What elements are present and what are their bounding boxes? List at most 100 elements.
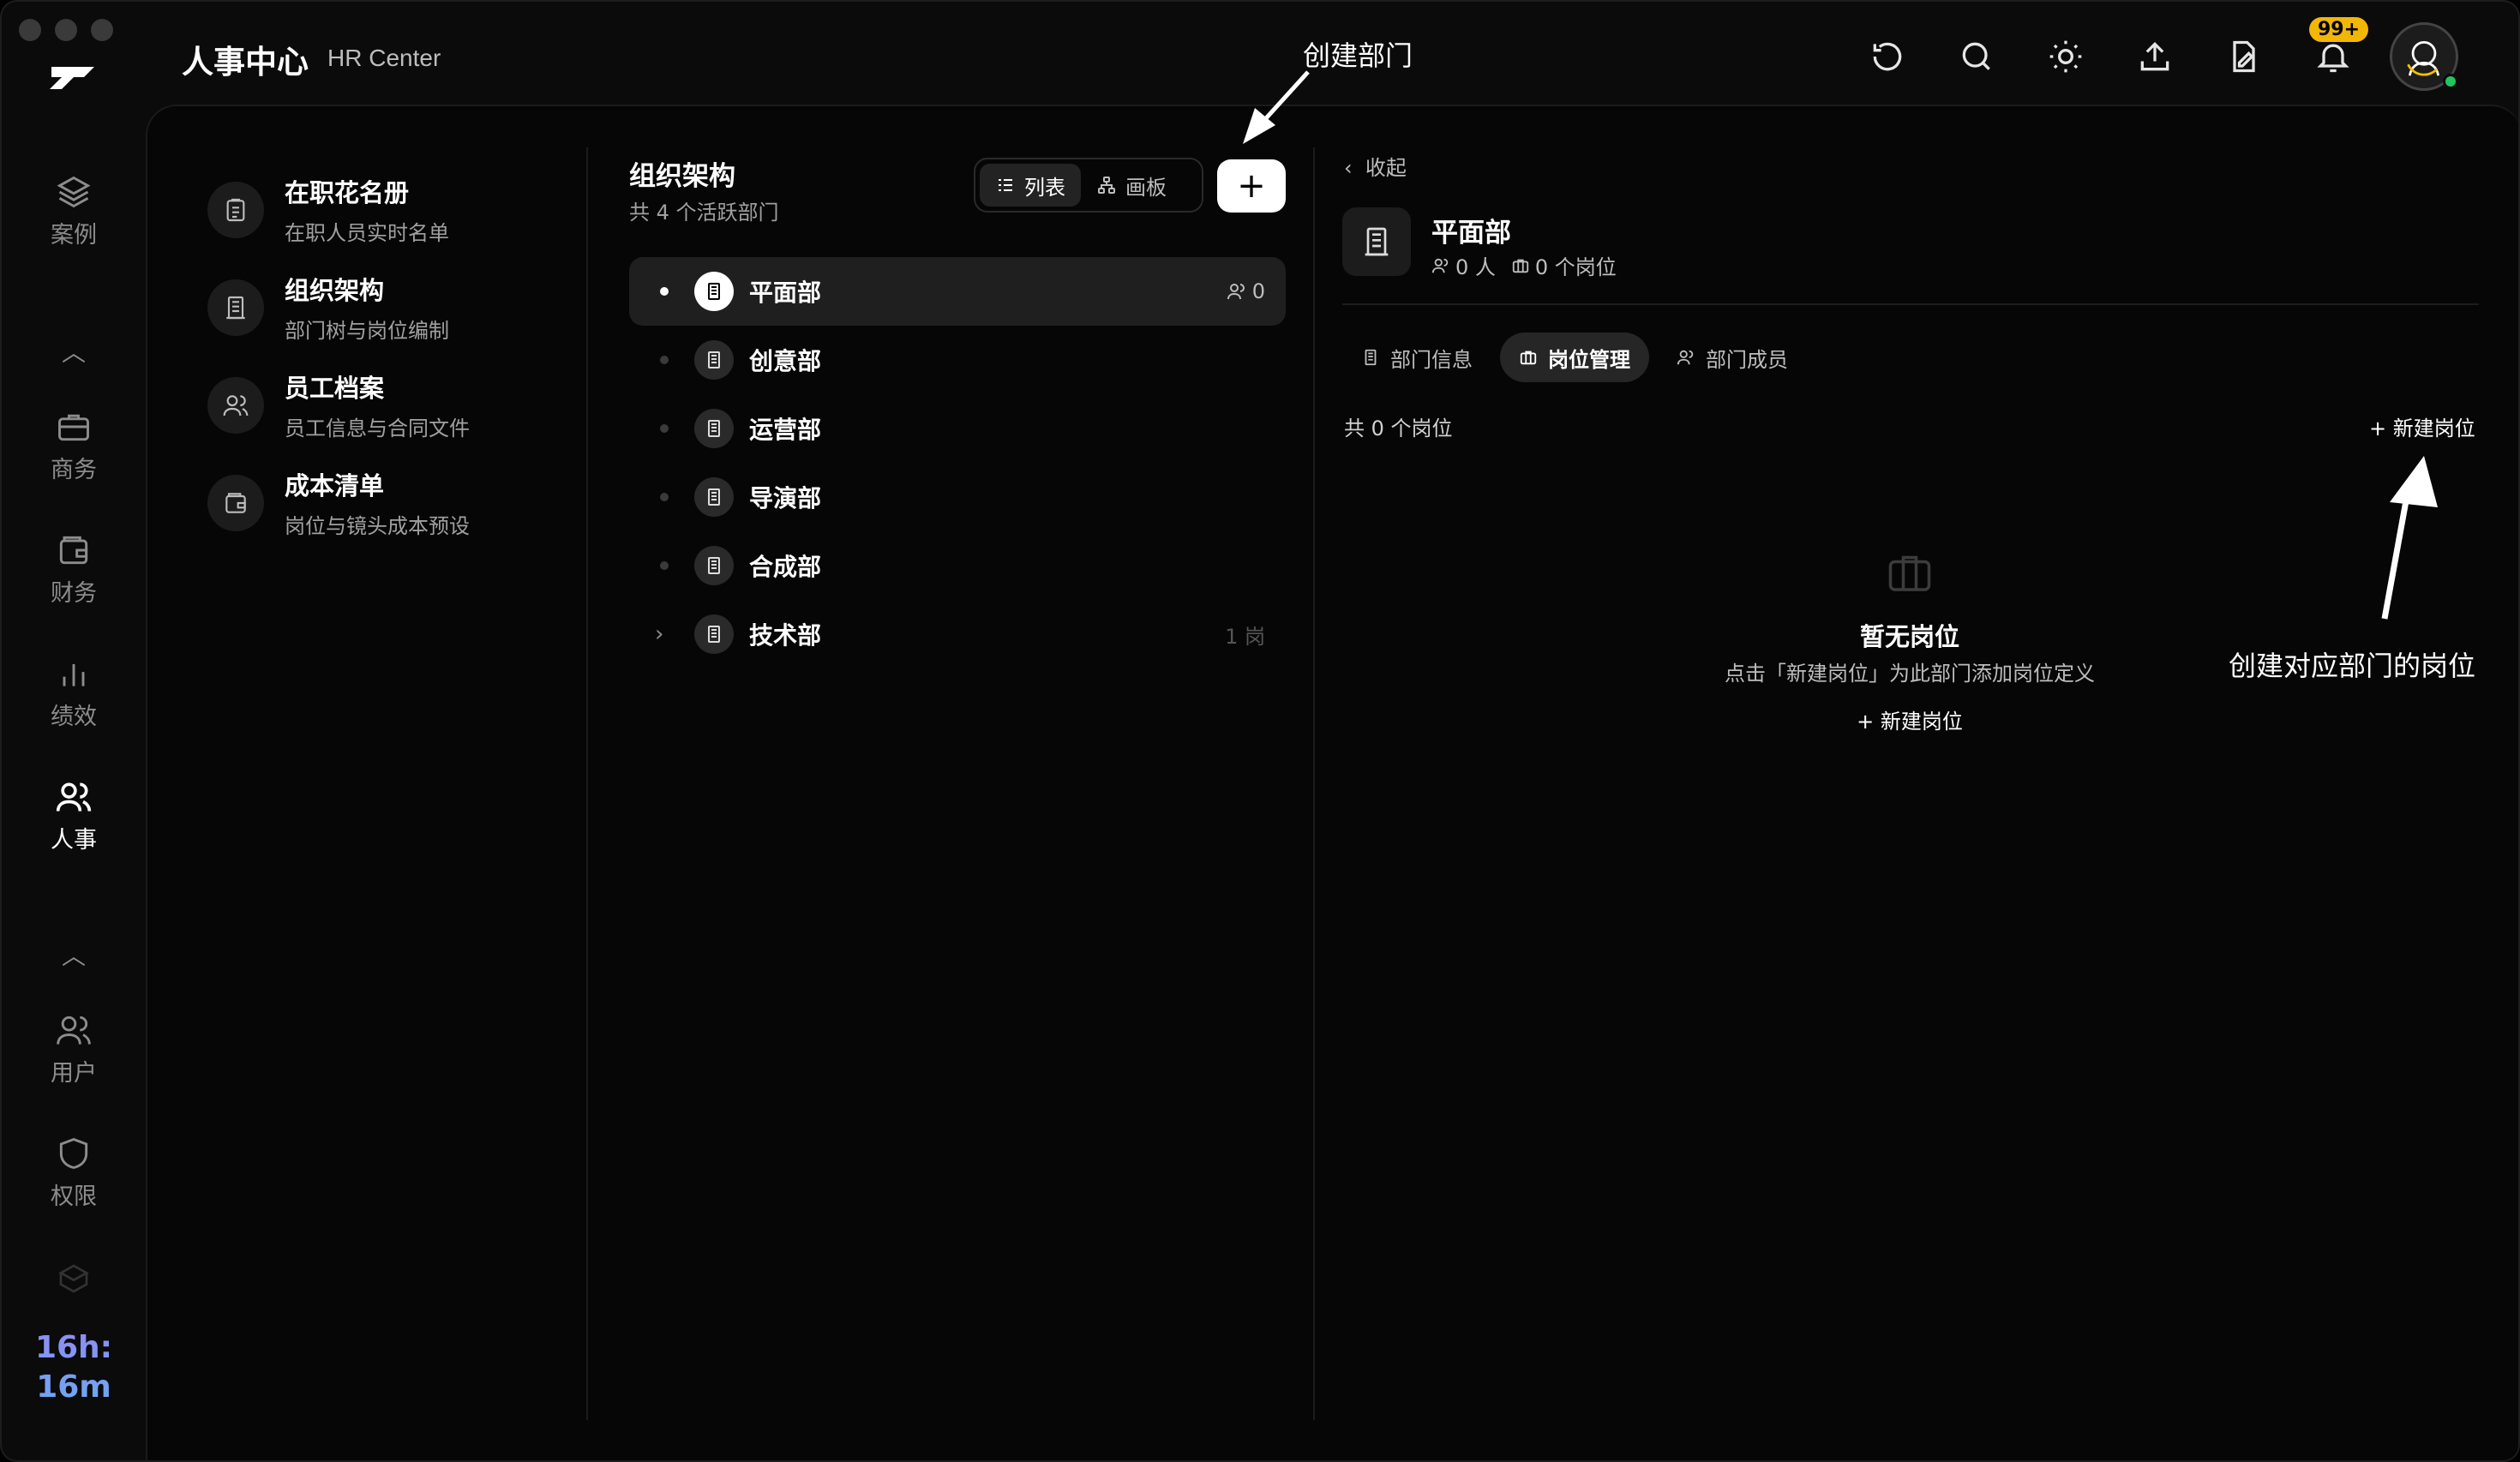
- briefcase-icon: [58, 414, 89, 441]
- people-count: 0 人: [1455, 255, 1496, 279]
- tab-label: 部门成员: [1706, 347, 1788, 372]
- divider: [1342, 303, 2479, 305]
- session-timer: 16h: 16m: [2, 1328, 146, 1407]
- department-row[interactable]: 合成部: [629, 531, 1286, 600]
- member-count-value: 0: [1251, 279, 1265, 303]
- refresh-icon[interactable]: [1869, 38, 1906, 75]
- bullet-dot: [660, 493, 669, 501]
- shield-icon: [59, 1137, 88, 1170]
- view-list-button[interactable]: 列表: [980, 164, 1081, 207]
- subnav-desc: 在职人员实时名单: [285, 221, 449, 245]
- briefcase-icon: [1512, 259, 1529, 273]
- tab-department-info[interactable]: 部门信息: [1342, 333, 1491, 382]
- users-icon: [223, 394, 249, 416]
- rail-item-finance[interactable]: 财务: [2, 531, 146, 608]
- list-icon: [999, 179, 1012, 191]
- department-row[interactable]: 平面部 0: [629, 257, 1286, 326]
- notification-badge: 99+: [2309, 17, 2369, 42]
- org-count: 共 4 个活跃部门: [629, 201, 779, 225]
- file-sign-icon[interactable]: [2225, 38, 2263, 75]
- hierarchy-icon: [1098, 177, 1115, 194]
- collapse-button[interactable]: ‹ 收起: [1344, 151, 1407, 181]
- upload-icon[interactable]: [2136, 38, 2174, 75]
- tab-department-members[interactable]: 部门成员: [1658, 333, 1807, 382]
- column-divider: [1313, 147, 1315, 1420]
- people-icon: [56, 782, 92, 812]
- subnav-desc: 员工信息与合同文件: [285, 416, 470, 440]
- detail-tabs: 部门信息 岗位管理 部门成员: [1342, 333, 1807, 382]
- department-name: 合成部: [749, 553, 822, 581]
- department-name: 创意部: [749, 347, 822, 375]
- annotation-create-position: 创建对应部门的岗位: [2229, 650, 2476, 682]
- timer-minutes: 16m: [36, 1369, 111, 1405]
- subnav-title: 成本清单: [285, 471, 385, 500]
- wallet-icon: [59, 536, 88, 565]
- users-icon: [1677, 350, 1694, 365]
- department-name: 运营部: [749, 416, 822, 444]
- bell-icon[interactable]: [2314, 38, 2352, 75]
- department-row[interactable]: 导演部: [629, 463, 1286, 531]
- add-department-button[interactable]: +: [1217, 159, 1286, 213]
- rail-item-label: 人事: [51, 827, 97, 854]
- rail-item-label: 用户: [51, 1060, 97, 1087]
- view-toggle: 列表 画板: [974, 158, 1203, 213]
- subnav-item-employee-files[interactable]: 员工档案 员工信息与合同文件: [207, 368, 470, 441]
- subnav-title: 员工档案: [285, 374, 385, 403]
- briefcase-icon: [1888, 555, 1931, 591]
- briefcase-icon: [1520, 351, 1537, 365]
- building-icon: [708, 488, 720, 506]
- rail-item-business[interactable]: 商务: [2, 408, 146, 484]
- rail-item-label: 权限: [51, 1183, 97, 1210]
- sun-icon[interactable]: [2047, 38, 2085, 75]
- new-position-button[interactable]: + 新建岗位: [2369, 411, 2475, 441]
- department-name: 导演部: [749, 484, 822, 512]
- empty-state-title: 暂无岗位: [1859, 622, 1959, 651]
- empty-new-position-button[interactable]: + 新建岗位: [2, 704, 2518, 734]
- app-logo[interactable]: [45, 58, 101, 96]
- subnav-desc: 部门树与岗位编制: [285, 319, 449, 343]
- position-count: 0 个岗位: [1534, 255, 1617, 279]
- bullet-dot: [660, 561, 669, 570]
- annotation-create-department: 创建部门: [1303, 39, 1413, 72]
- users-icon: [57, 1016, 91, 1045]
- view-list-label: 列表: [1024, 175, 1065, 200]
- building-icon: [1365, 349, 1377, 366]
- subnav-title: 在职花名册: [285, 178, 410, 207]
- rail-item-label: 案例: [51, 222, 97, 249]
- rail-collapse-chevron-icon[interactable]: ︿: [2, 334, 146, 368]
- rail-item-users[interactable]: 用户: [2, 1011, 146, 1088]
- online-status-dot: [2443, 74, 2458, 89]
- building-icon: [708, 351, 720, 368]
- rail-collapse-chevron-icon[interactable]: ︿: [2, 938, 146, 972]
- clipboard-icon: [226, 198, 245, 221]
- department-title: 平面部: [1431, 218, 1511, 249]
- layers-icon: [57, 176, 91, 208]
- tab-position-management[interactable]: 岗位管理: [1500, 333, 1649, 382]
- page-subtitle: HR Center: [327, 45, 441, 71]
- department-name: 平面部: [749, 279, 822, 307]
- rail-item-label: 财务: [51, 580, 97, 607]
- department-member-count: 0: [1227, 279, 1265, 303]
- org-title: 组织架构: [629, 161, 735, 192]
- building-icon: [708, 557, 720, 574]
- position-total: 共 0 个岗位: [1344, 416, 1453, 440]
- department-row[interactable]: 运营部: [629, 394, 1286, 463]
- department-stats: 0 人 0 个岗位: [1431, 250, 1617, 280]
- search-icon[interactable]: [1958, 38, 1995, 75]
- subnav-item-roster[interactable]: 在职花名册 在职人员实时名单: [207, 173, 449, 246]
- department-row[interactable]: 创意部: [629, 326, 1286, 394]
- app-window: 案例 ︿ 商务 财务 绩效 人事 ︿ 用户 权限 16h: 16m 人事中心 H…: [0, 0, 2520, 1462]
- rail-item-cases[interactable]: 案例: [2, 173, 146, 249]
- view-board-button[interactable]: 画板: [1081, 164, 1182, 207]
- bullet-dot: [660, 356, 669, 364]
- tab-label: 部门信息: [1390, 347, 1473, 372]
- building-icon: [708, 283, 720, 300]
- package-icon[interactable]: [57, 1261, 91, 1296]
- building-icon: [1365, 227, 1389, 256]
- empty-state-description: 点击「新建岗位」为此部门添加岗位定义: [1725, 662, 2095, 686]
- rail-item-hr[interactable]: 人事: [2, 778, 146, 854]
- subnav-item-cost-list[interactable]: 成本清单 岗位与镜头成本预设: [207, 466, 470, 539]
- rail-item-permissions[interactable]: 权限: [2, 1135, 146, 1211]
- subnav-item-org-structure[interactable]: 组织架构 部门树与岗位编制: [207, 271, 449, 344]
- timer-hours: 16h:: [34, 1330, 113, 1365]
